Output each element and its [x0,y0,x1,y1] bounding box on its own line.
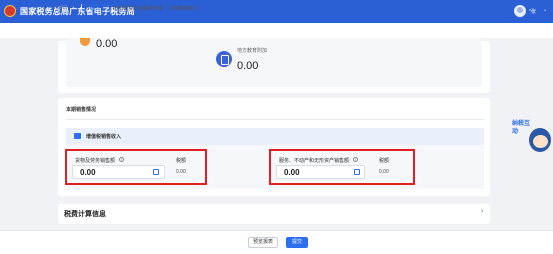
avatar[interactable] [514,5,526,17]
submit-button[interactable]: 提交 [286,237,308,248]
divider [81,4,82,11]
tax-calc-card[interactable] [58,204,490,224]
tax-calc-title: 税费计算信息 [64,211,106,218]
mascot-face [533,135,548,148]
user-name[interactable]: *张 [529,8,536,15]
sales-section-title: 本期销售情况 [66,107,97,113]
summary-right-label: 地方教育附加 [237,48,268,54]
preview-report-button[interactable]: 预览报表 [248,237,278,248]
chevron-down-icon[interactable]: ⌄ [543,7,547,13]
vat-section-title: 增值税销售收入 [86,134,122,140]
breadcrumb [0,23,553,38]
vat-header-bar [66,128,484,145]
mascot-label: 纳税互动 [512,121,531,135]
chevron-right-icon[interactable]: › [481,208,483,215]
breadcrumb-current: 增值税及附加税费申报（小规模纳税人） [113,6,204,12]
mascot-widget[interactable]: 纳税互动 [512,118,552,162]
summary-card-inner [66,38,482,87]
highlight-box-services [269,149,415,185]
tax-emblem-icon [4,5,16,17]
breadcrumb-separator: / [107,5,109,11]
vat-icon [74,133,81,139]
summary-right-value: 0.00 [237,60,259,72]
summary-left-value: 0.00 [96,38,118,50]
highlight-box-goods [65,149,207,185]
divider [66,119,484,120]
back-arrow-icon[interactable]: ← [48,4,54,10]
back-link[interactable]: 返回 [57,5,67,12]
document-icon [216,51,232,67]
breadcrumb-home-link[interactable]: 首页 [90,5,100,12]
